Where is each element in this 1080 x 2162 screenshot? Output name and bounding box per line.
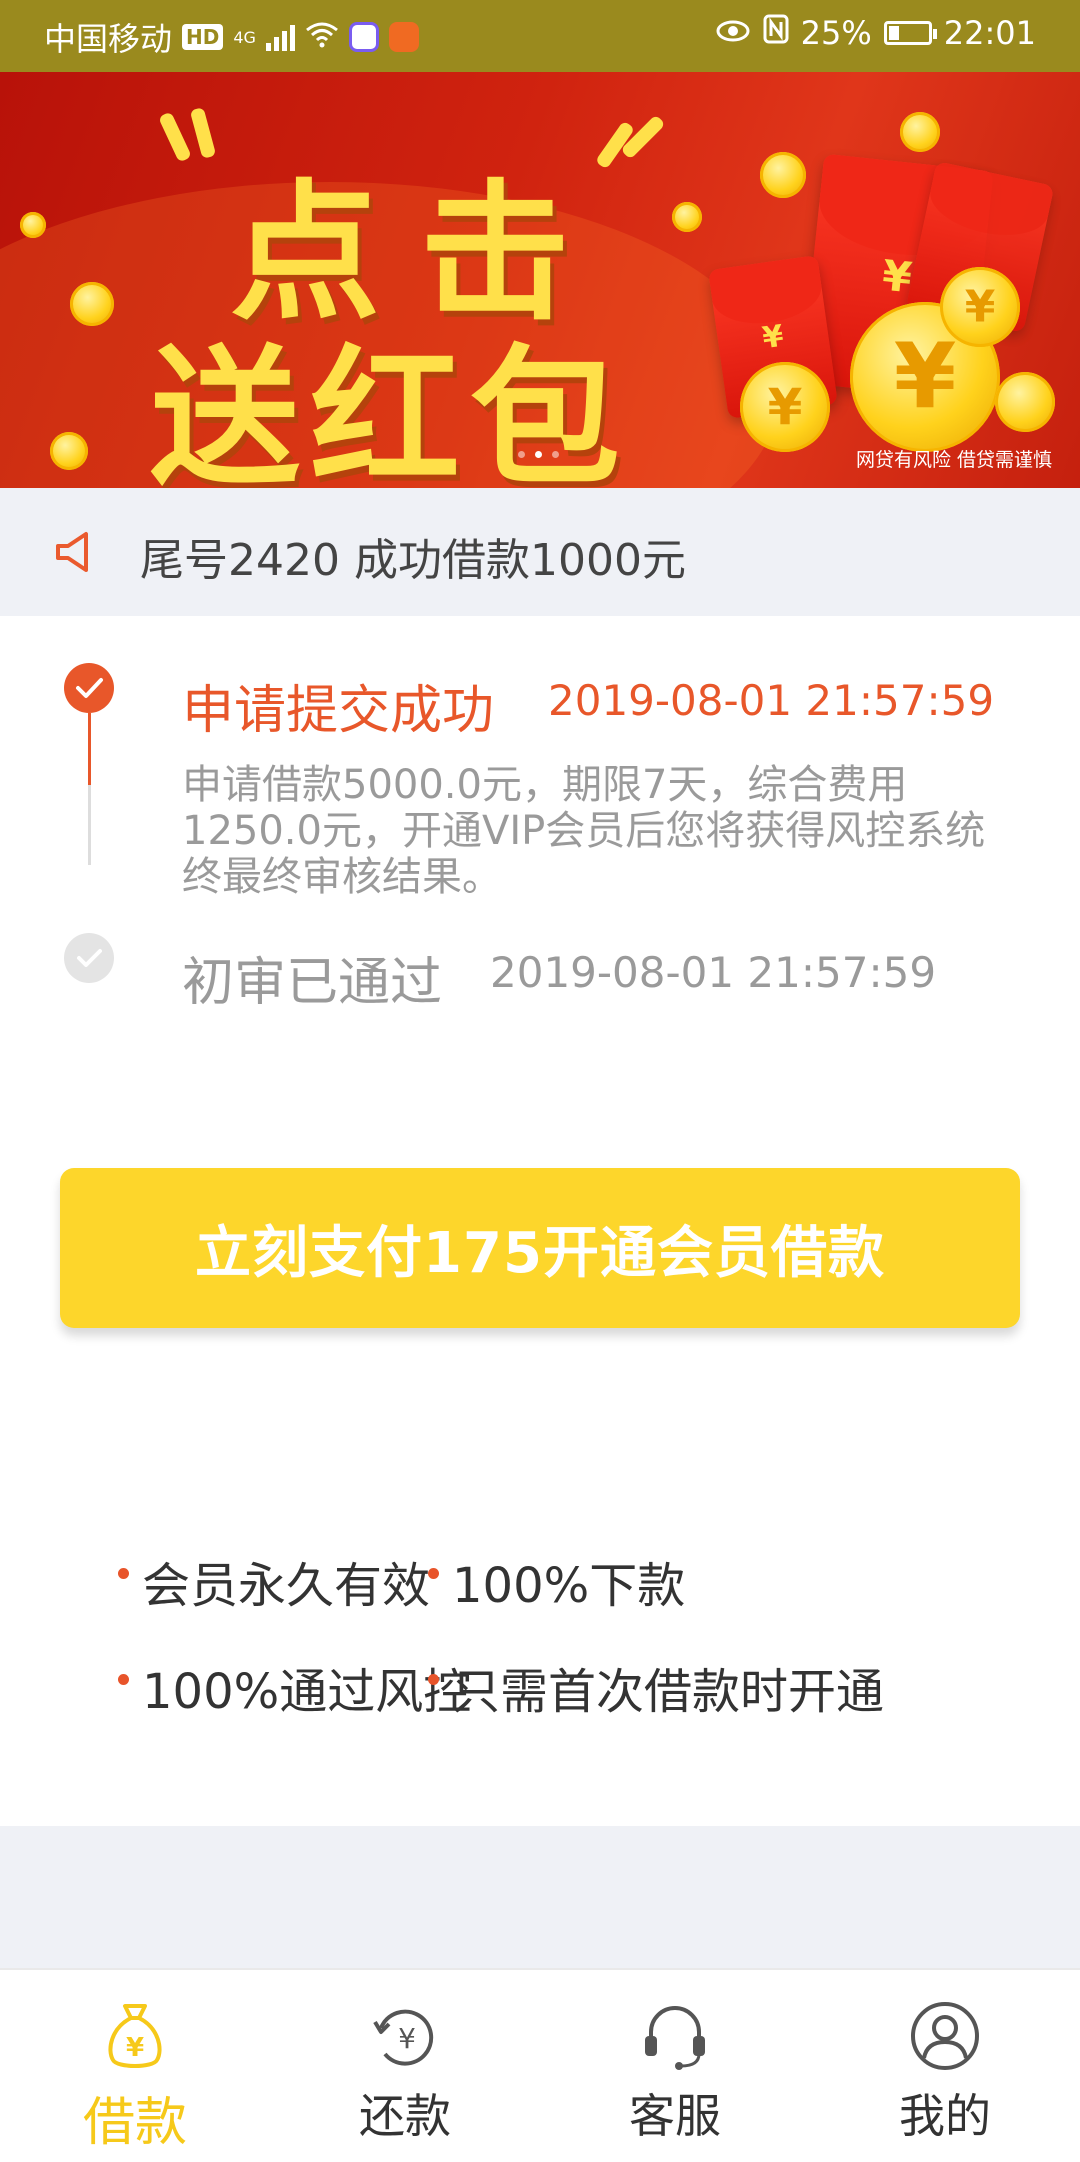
promo-banner[interactable]: 点击 送红包 ¥ ¥ ¥ ¥ ¥ 网贷有风险 借贷需谨慎 [0, 72, 1080, 488]
step-pending-icon [64, 933, 114, 983]
signal-icon [265, 23, 295, 51]
step-title: 申请提交成功 [182, 681, 495, 741]
eye-comfort-icon [715, 14, 751, 52]
network-type: 4G [233, 27, 256, 47]
hd-badge: HD [182, 24, 224, 50]
benefit-item: 会员永久有效 [142, 1558, 431, 1614]
gold-coin-icon [900, 112, 940, 152]
battery-icon [883, 21, 937, 45]
tab-label: 我的 [899, 2089, 991, 2143]
app-notification-icon [348, 22, 379, 52]
tab-mine[interactable]: 我的 [810, 1970, 1080, 2162]
step-title: 初审已通过 [182, 953, 443, 1013]
bullet [118, 1568, 129, 1579]
wifi-icon [305, 18, 339, 56]
svg-text:¥: ¥ [398, 2022, 416, 2055]
timeline-line [88, 713, 91, 785]
step-time: 2019-08-01 21:57:59 [548, 676, 995, 725]
banner-title-line2: 送红包 [150, 332, 631, 488]
user-icon [911, 2002, 979, 2070]
svg-text:¥: ¥ [126, 2033, 144, 2063]
battery-percent: 25% [800, 14, 872, 52]
step-done-icon [64, 663, 114, 713]
step-description: 申请借款5000.0元，期限7天，综合费用1250.0元，开通VIP会员后您将获… [182, 762, 986, 900]
tab-borrow[interactable]: ¥ 借款 [0, 1970, 270, 2162]
spacer-section [0, 1826, 1080, 1968]
tab-label: 借款 [82, 2093, 187, 2153]
gold-coin-icon [50, 432, 88, 470]
headset-icon [645, 2006, 705, 2070]
speaker-icon [56, 532, 88, 572]
notice-text: 尾号2420 成功借款1000元 [140, 535, 686, 586]
gold-coin-icon [760, 152, 806, 198]
nfc-icon [763, 14, 789, 52]
benefit-item: 100%通过风控 [142, 1664, 472, 1720]
gold-coin-icon [672, 202, 702, 232]
bullet [428, 1568, 439, 1579]
tab-label: 客服 [629, 2089, 721, 2143]
carrier-name: 中国移动 [44, 20, 173, 58]
gold-coin-icon [70, 282, 114, 326]
benefit-item: 只需首次借款时开通 [452, 1664, 885, 1720]
step-time: 2019-08-01 21:57:59 [490, 948, 937, 997]
gold-coin-icon: ¥ [940, 267, 1020, 347]
tab-customer-service[interactable]: 客服 [540, 1970, 810, 2162]
tab-repay[interactable]: ¥ 还款 [270, 1970, 540, 2162]
repay-icon: ¥ [373, 2009, 434, 2066]
clock: 22:01 [943, 14, 1036, 52]
notice-bar: 尾号2420 成功借款1000元 [0, 488, 1080, 616]
gold-coin-icon [20, 212, 46, 238]
status-bar: 中国移动 HD 4G 25% 22:01 [0, 0, 1080, 72]
carousel-indicator [518, 451, 559, 458]
tab-label: 还款 [359, 2089, 451, 2143]
bottom-tab-bar: ¥ 借款 ¥ 还款 客服 我的 [0, 1968, 1080, 2162]
pay-membership-button[interactable]: 立刻支付175开通会员借款 [60, 1168, 1020, 1328]
gold-coin-icon: ¥ [740, 362, 830, 452]
video-app-notification-icon [388, 22, 419, 52]
bullet [118, 1674, 129, 1685]
bullet [428, 1674, 439, 1685]
benefit-item: 100%下款 [452, 1558, 686, 1614]
risk-warning: 网贷有风险 借贷需谨慎 [855, 449, 1052, 471]
money-bag-icon: ¥ [108, 2004, 162, 2068]
gold-coin-icon [995, 372, 1055, 432]
timeline-line [88, 785, 91, 865]
